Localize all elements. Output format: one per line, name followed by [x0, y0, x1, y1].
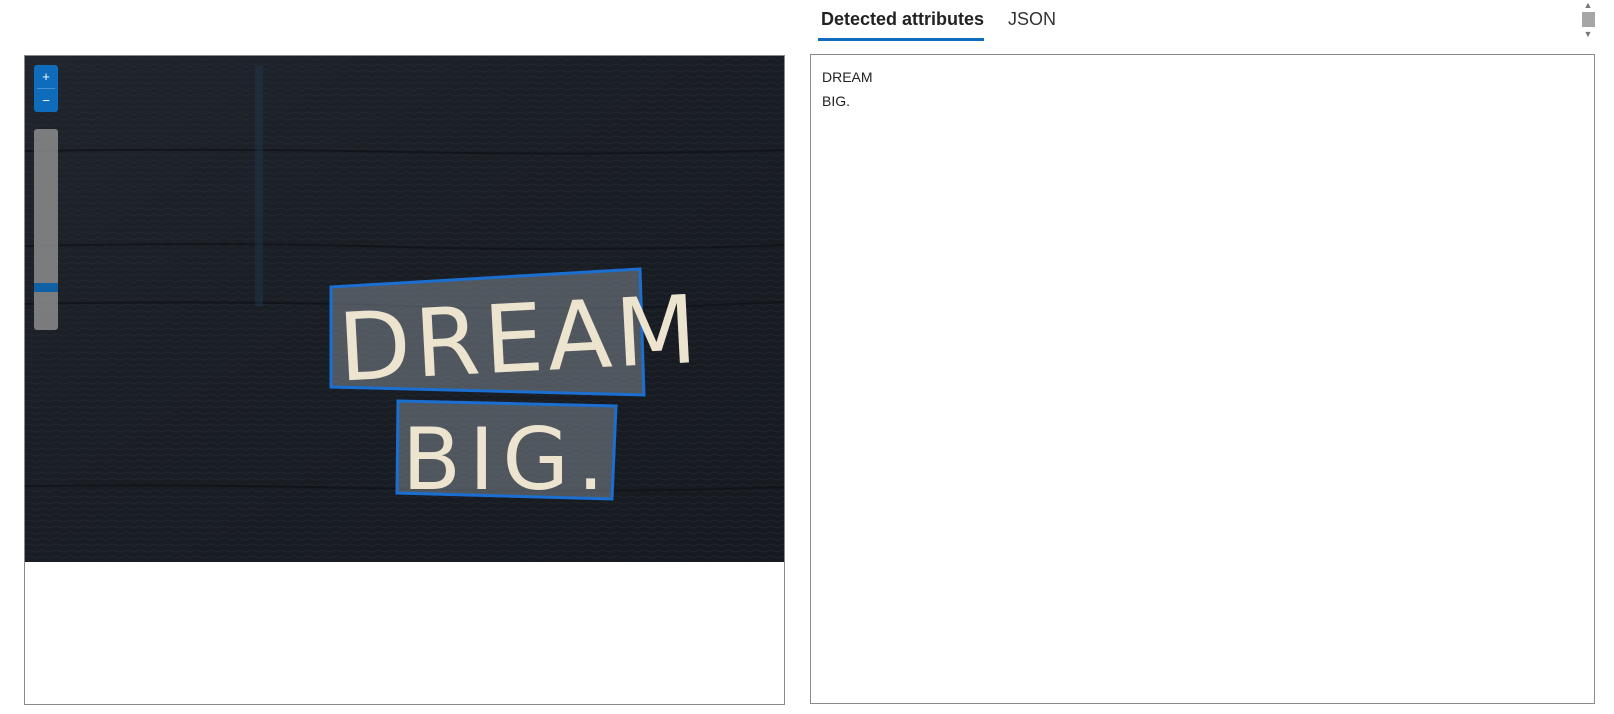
page: DREAM BIG. + − Detected attributes JSON …	[0, 0, 1614, 714]
tab-json[interactable]: JSON	[1008, 9, 1056, 30]
zoom-out-button[interactable]: −	[34, 89, 58, 112]
page-scrollbar[interactable]: ▲ ▼	[1580, 0, 1596, 42]
scroll-thumb[interactable]	[1582, 12, 1595, 27]
chalk-text-big: BIG.	[402, 410, 612, 510]
image-scene: DREAM BIG.	[25, 56, 784, 562]
result-line-2: BIG.	[822, 93, 851, 109]
image-viewer: DREAM BIG. + −	[24, 55, 785, 705]
tab-detected-attributes[interactable]: Detected attributes	[821, 9, 984, 30]
detected-attributes-panel[interactable]: DREAM BIG.	[810, 54, 1595, 704]
analyzed-image[interactable]: DREAM BIG. + −	[25, 56, 784, 562]
blue-paint-streak	[255, 66, 263, 306]
zoom-slider[interactable]	[34, 129, 58, 330]
result-line-1: DREAM	[822, 69, 873, 85]
zoom-in-button[interactable]: +	[34, 65, 58, 88]
zoom-controls: + −	[34, 65, 58, 112]
scroll-down-icon[interactable]: ▼	[1580, 29, 1596, 40]
active-tab-indicator	[818, 38, 984, 41]
zoom-slider-thumb[interactable]	[34, 283, 58, 293]
scroll-up-icon[interactable]: ▲	[1580, 0, 1596, 11]
chalk-text-dream: DREAM	[336, 276, 704, 404]
